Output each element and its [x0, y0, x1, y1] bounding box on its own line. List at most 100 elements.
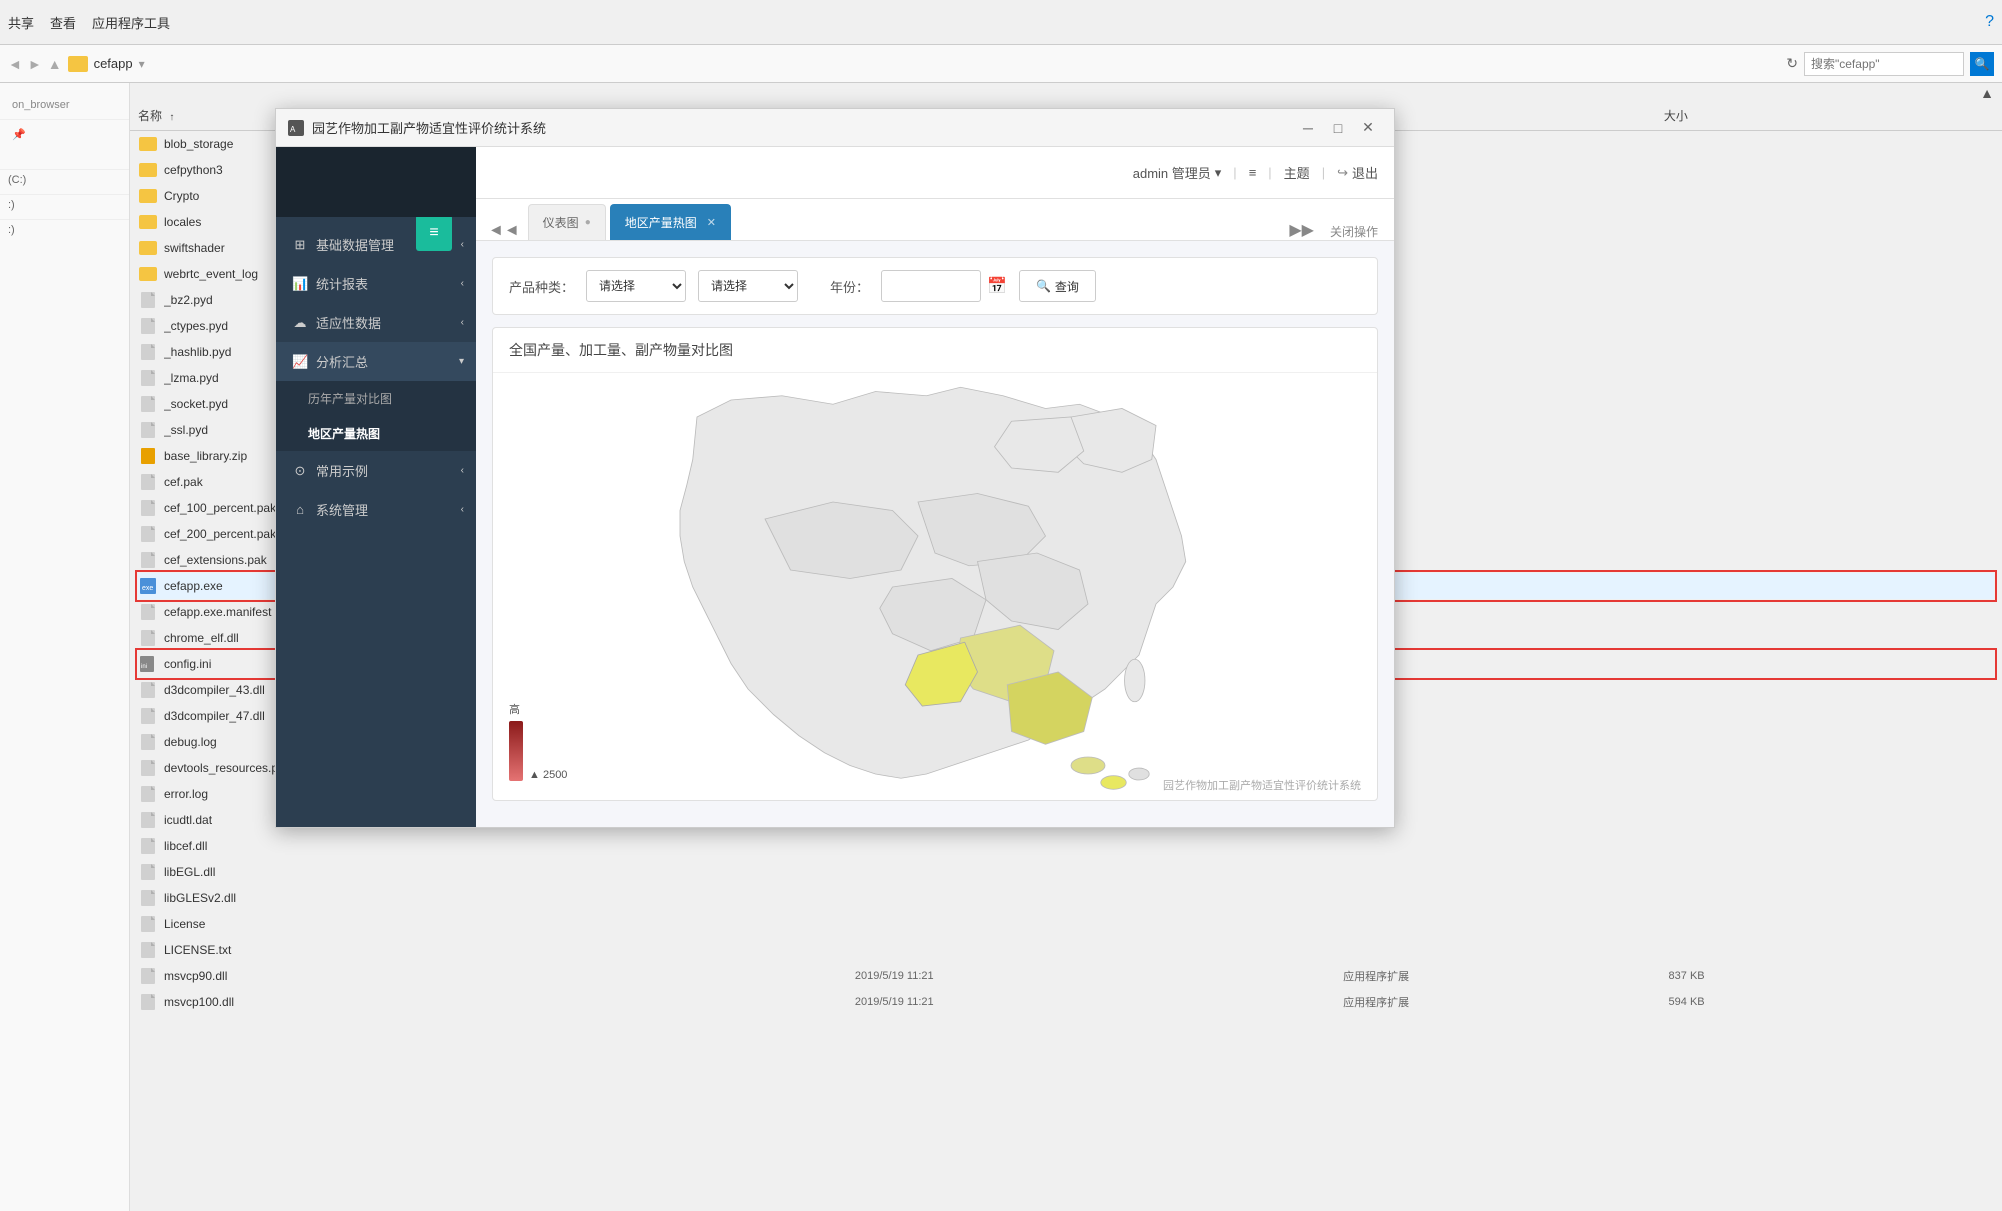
sidebar-item-system[interactable]: ⌂ 系统管理 ‹ [276, 490, 476, 529]
svg-text:exe: exe [142, 585, 153, 592]
query-search-icon: 🔍 [1036, 279, 1051, 293]
examples-arrow-icon: ‹ [461, 465, 464, 476]
app-header: admin 管理员 ▾ | ≡ | 主题 | ↪ 退出 [476, 147, 1394, 199]
sidebar-item-stats[interactable]: 📊 统计报表 ‹ [276, 264, 476, 303]
toolbar-share[interactable]: 共享 [8, 13, 34, 32]
nav-item-browser[interactable]: 📌 [0, 124, 129, 145]
address-expand[interactable]: ▾ [139, 57, 145, 71]
app-watermark: 园艺作物加工副产物适宜性评价统计系统 [1163, 777, 1361, 793]
search-input[interactable] [1804, 52, 1964, 76]
tab-regional-heatmap[interactable]: 地区产量热图 ✕ [610, 204, 731, 240]
app-body: ≡ ⊞ 基础数据管理 ‹ 📊 统计报表 ‹ ☁ 适应性数据 ‹ [276, 147, 1394, 827]
tab-regional-heatmap-label: 地区产量热图 [625, 214, 697, 231]
sidebar-item-stats-label: 统计报表 [316, 274, 368, 293]
toolbar-tools[interactable]: 应用程序工具 [92, 13, 170, 32]
admin-chevron-icon: ▾ [1215, 165, 1222, 181]
header-separator-3: | [1322, 165, 1325, 180]
china-map [595, 347, 1275, 801]
layout-button[interactable]: ≡ [1249, 165, 1257, 180]
tab-next-button[interactable]: ▶▶ [1285, 220, 1318, 240]
file-item-libgles[interactable]: libGLESv2.dll [138, 885, 1994, 911]
drive-f: :) [0, 219, 129, 240]
sidebar-item-analysis-label: 分析汇总 [316, 352, 368, 371]
app-titlebar: A 园艺作物加工副产物适宜性评价统计系统 ─ □ ✕ [276, 109, 1394, 147]
header-separator-2: | [1268, 165, 1271, 180]
toolbar-view[interactable]: 查看 [50, 13, 76, 32]
theme-button[interactable]: 主题 [1284, 163, 1310, 182]
theme-label: 主题 [1284, 163, 1310, 182]
tabs-bar: ◄◄ 仪表图 ● 地区产量热图 ✕ ▶▶ 关闭操作 [476, 199, 1394, 241]
file-item-license[interactable]: License [138, 911, 1994, 937]
tab-close-icon[interactable]: ✕ [707, 216, 716, 229]
app-sidebar: ≡ ⊞ 基础数据管理 ‹ 📊 统计报表 ‹ ☁ 适应性数据 ‹ [276, 147, 476, 827]
explorer-address-bar: ◄ ► ▲ cefapp ▾ ↻ 🔍 [0, 45, 2002, 83]
calendar-icon[interactable]: 📅 [987, 276, 1007, 296]
maximize-button[interactable]: □ [1324, 114, 1352, 142]
submenu-yearly-chart[interactable]: 历年产量对比图 [276, 381, 476, 416]
folder-icon [68, 56, 88, 72]
minimize-button[interactable]: ─ [1294, 114, 1322, 142]
app-title-icon: A [288, 120, 304, 136]
year-input[interactable] [881, 270, 981, 302]
logout-button[interactable]: ↪ 退出 [1337, 163, 1378, 182]
app-main: admin 管理员 ▾ | ≡ | 主题 | ↪ 退出 ◄◄ [476, 147, 1394, 827]
layout-icon: ≡ [1249, 165, 1257, 180]
admin-label: admin 管理员 [1133, 163, 1211, 182]
analysis-arrow-icon: ▾ [459, 356, 464, 367]
refresh-icon[interactable]: ↻ [1786, 55, 1798, 72]
sidebar-logo [276, 147, 476, 217]
product-select-1[interactable]: 请选择 [586, 270, 686, 302]
stats-arrow-icon: ‹ [461, 278, 464, 289]
system-arrow-icon: ‹ [461, 504, 464, 515]
trend-icon: 📈 [292, 354, 308, 370]
tab-close-ops[interactable]: 关闭操作 [1322, 223, 1386, 240]
sidebar-item-analysis[interactable]: 📈 分析汇总 ▾ [276, 342, 476, 381]
help-icon[interactable]: ? [1985, 13, 1994, 31]
tab-prev-button[interactable]: ◄◄ [484, 222, 524, 240]
product-label: 产品种类： [509, 277, 574, 296]
query-button[interactable]: 🔍 查询 [1019, 270, 1096, 302]
chart-area: 全国产量、加工量、副产物量对比图 [492, 327, 1378, 801]
app-content: 产品种类： 请选择 请选择 年份： 📅 🔍 查询 [476, 241, 1394, 827]
admin-dropdown[interactable]: admin 管理员 ▾ [1133, 163, 1222, 182]
analysis-submenu: 历年产量对比图 地区产量热图 [276, 381, 476, 451]
product-select-2[interactable]: 请选择 [698, 270, 798, 302]
header-separator-1: | [1233, 165, 1236, 180]
app-title: 园艺作物加工副产物适宜性评价统计系统 [312, 118, 1286, 137]
back-icon[interactable]: ◄ [8, 56, 22, 72]
year-label: 年份： [830, 277, 869, 296]
stats-icon: 📊 [292, 276, 308, 292]
legend-high-label: 高 [509, 701, 520, 717]
drive-e: :) [0, 194, 129, 215]
sidebar-item-adapt[interactable]: ☁ 适应性数据 ‹ [276, 303, 476, 342]
address-folder: cefapp [94, 56, 133, 71]
app-controls: ─ □ ✕ [1294, 114, 1382, 142]
file-item-libegl[interactable]: libEGL.dll [138, 859, 1994, 885]
sort-arrow: ▲ [1980, 85, 1994, 101]
legend-value-label: ▲ 2500 [529, 769, 567, 781]
examples-icon: ⊙ [292, 463, 308, 479]
file-item-msvcp100[interactable]: msvcp100.dll 2019/5/19 11:21 应用程序扩展 594 … [138, 989, 1994, 1015]
file-item-msvcp90[interactable]: msvcp90.dll 2019/5/19 11:21 应用程序扩展 837 K… [138, 963, 1994, 989]
tab-dashboard-label: 仪表图 [543, 214, 579, 231]
tab-dashboard[interactable]: 仪表图 ● [528, 204, 606, 240]
drive-c: (C:) [0, 169, 129, 190]
sidebar-item-base-data-label: 基础数据管理 [316, 235, 394, 254]
forward-icon[interactable]: ► [28, 56, 42, 72]
legend-gradient [509, 721, 523, 781]
sidebar-toggle-button[interactable]: ≡ [416, 217, 452, 251]
logout-label: 退出 [1352, 163, 1378, 182]
submenu-regional-heatmap[interactable]: 地区产量热图 [276, 416, 476, 451]
filter-bar: 产品种类： 请选择 请选择 年份： 📅 🔍 查询 [492, 257, 1378, 315]
up-icon[interactable]: ▲ [48, 56, 62, 72]
address-right: ↻ 🔍 [1786, 52, 1994, 76]
col-size-header[interactable]: 大小 [1664, 107, 1994, 124]
file-item-license-txt[interactable]: LICENSE.txt [138, 937, 1994, 963]
map-container: 高 ▲ 2500 [493, 373, 1377, 801]
search-button[interactable]: 🔍 [1970, 52, 1994, 76]
file-item-libcef[interactable]: libcef.dll [138, 833, 1994, 859]
sidebar-item-examples-label: 常用示例 [316, 461, 368, 480]
close-button[interactable]: ✕ [1354, 114, 1382, 142]
app-window: A 园艺作物加工副产物适宜性评价统计系统 ─ □ ✕ ≡ ⊞ [275, 108, 1395, 828]
sidebar-item-examples[interactable]: ⊙ 常用示例 ‹ [276, 451, 476, 490]
